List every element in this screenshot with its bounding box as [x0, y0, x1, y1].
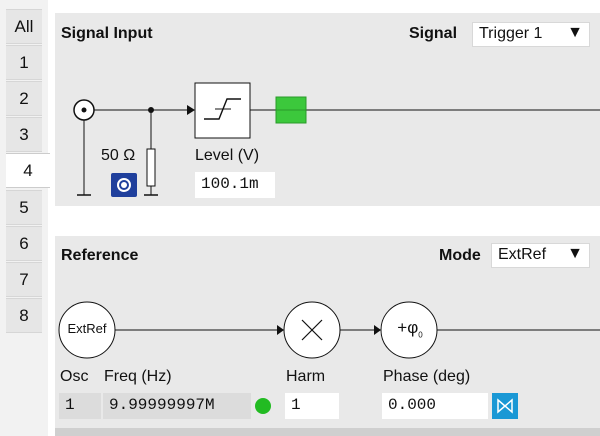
- harm-input[interactable]: 1: [285, 393, 339, 419]
- toggle-ring-icon: [117, 178, 131, 192]
- auto-phase-button[interactable]: [492, 393, 518, 419]
- impedance-label: 50 Ω: [101, 147, 136, 164]
- phase-node-subscript: 0: [418, 330, 423, 340]
- tab-2[interactable]: 2: [6, 81, 42, 116]
- tab-7[interactable]: 7: [6, 262, 42, 297]
- impedance-toggle[interactable]: [111, 173, 137, 197]
- tab-8[interactable]: 8: [6, 298, 42, 333]
- phase-input[interactable]: 0.000: [382, 393, 488, 419]
- lock-status-led: [255, 398, 271, 414]
- tab-4[interactable]: 4: [6, 153, 50, 188]
- resistor-icon: [146, 148, 156, 187]
- level-input[interactable]: 100.1m: [195, 172, 275, 198]
- osc-label: Osc: [60, 368, 89, 385]
- phase-node-symbol: +φ: [397, 318, 419, 337]
- channel-tab-strip: All 1 2 3 4 5 6 7 8: [0, 0, 50, 436]
- extref-node-label: ExtRef: [67, 321, 107, 336]
- phase-label: Phase (deg): [383, 368, 471, 385]
- horizontal-scrollbar[interactable]: [55, 428, 600, 436]
- signal-input-panel: Signal Input Signal Trigger 1 ▼ 50 Ω Lev…: [55, 13, 600, 206]
- tab-6[interactable]: 6: [6, 226, 42, 261]
- phase-node-label: +φ0: [382, 318, 438, 339]
- freq-label: Freq (Hz): [104, 368, 172, 385]
- tab-5[interactable]: 5: [6, 190, 42, 225]
- tab-all[interactable]: All: [6, 9, 42, 44]
- tab-3[interactable]: 3: [6, 117, 42, 152]
- osc-value: 1: [59, 393, 101, 419]
- harm-label: Harm: [286, 368, 326, 385]
- reference-panel: Reference Mode ExtRef ▼ ExtRef +φ0 Osc F…: [55, 236, 600, 436]
- bowtie-icon: [497, 398, 513, 414]
- level-label: Level (V): [195, 147, 260, 164]
- tab-1[interactable]: 1: [6, 45, 42, 80]
- freq-value: 9.99999997M: [103, 393, 251, 419]
